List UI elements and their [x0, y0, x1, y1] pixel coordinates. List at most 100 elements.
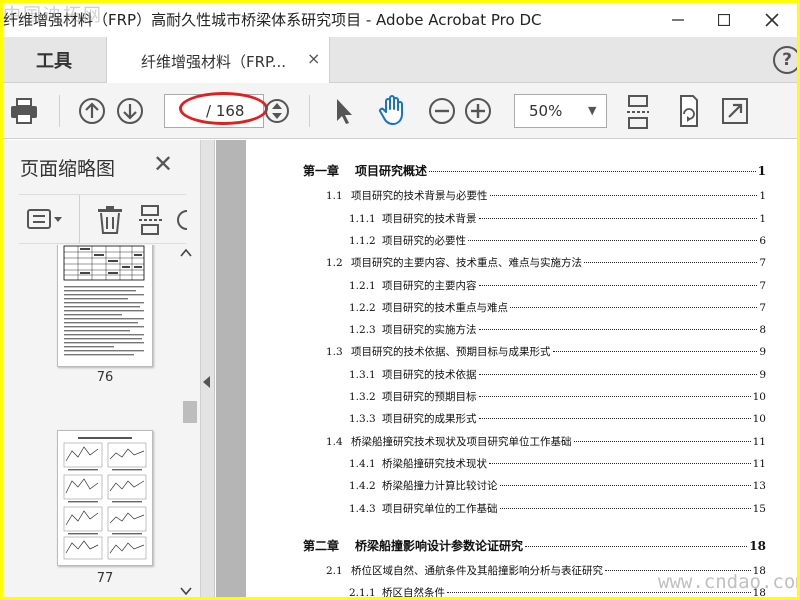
toc-entry[interactable]: 1.3.3 项目研究的成果形式 10: [349, 411, 766, 426]
tab-close-icon[interactable]: ×: [307, 49, 320, 68]
toc-page-number: 7: [759, 257, 766, 270]
rotate-icon[interactable]: [673, 93, 703, 129]
toc-title: 项目研究的技术依据: [382, 368, 477, 381]
toc-entry[interactable]: 1.4.2 桥梁船撞力计算比较讨论 13: [349, 478, 766, 493]
options-menu-icon[interactable]: [27, 207, 63, 233]
document-page: 第一章 项目研究概述 1 1.1 项目研究的技术背景与必要性 1 1.1.1 项目研究的技术背…: [246, 140, 797, 597]
rotate-page-icon[interactable]: [175, 205, 187, 235]
toc-number: 1.4.3: [349, 502, 376, 515]
toc-leader: [478, 329, 758, 331]
toc-leader: [525, 545, 748, 547]
toc-entry[interactable]: 第二章 桥梁船撞影响设计参数论证研究 18: [303, 537, 766, 554]
maximize-button[interactable]: [701, 3, 747, 37]
toc-page-number: 7: [759, 279, 766, 292]
toc-entry[interactable]: 1.4 桥梁船撞研究技术现状及项目研究单位工作基础 11: [326, 434, 766, 449]
toc-entry[interactable]: 1.1.2 项目研究的必要性 6: [349, 233, 766, 248]
tab-tools[interactable]: 工具: [3, 37, 105, 83]
hand-icon[interactable]: [375, 93, 409, 127]
minimize-button[interactable]: [655, 3, 701, 37]
scroll-mode-icon[interactable]: [623, 93, 653, 131]
toc-number: 1.1.2: [349, 234, 376, 247]
toc-number: 1.1: [326, 190, 343, 203]
trash-icon[interactable]: [97, 205, 123, 235]
toc-number: 1.3.3: [349, 413, 376, 426]
toc-entry[interactable]: 1.2 项目研究的主要内容、技术重点、难点与实施方法 7: [326, 255, 766, 270]
toc-page-number: 8: [759, 324, 766, 337]
toc-entry[interactable]: 1.2.1 项目研究的主要内容 7: [349, 278, 766, 293]
toc-page-number: 1: [759, 212, 766, 225]
toc-number: 1.1.1: [349, 212, 376, 225]
toc-title: 项目研究的成果形式: [382, 413, 477, 426]
toc-entry[interactable]: 1.4.3 项目研究单位的工作基础 15: [349, 501, 766, 516]
document-view[interactable]: 第一章 项目研究概述 1 1.1 项目研究的技术背景与必要性 1 1.1.1 项目研究的技术背…: [216, 140, 797, 597]
watermark-bottom-right: www.cndao.com: [658, 571, 797, 593]
toc-leader: [478, 217, 758, 219]
page-thumbnail[interactable]: [57, 430, 153, 566]
toc-number: 2.1: [326, 565, 343, 578]
toc-entry[interactable]: 1.1.1 项目研究的技术背景 1: [349, 211, 766, 226]
toc-page-number: 9: [759, 346, 766, 359]
collapse-panel-icon[interactable]: [203, 376, 211, 391]
toc-number: 1.2.1: [349, 279, 376, 292]
highlight-ellipse: [179, 92, 268, 125]
toc-entry[interactable]: 1.4.1 桥梁船撞研究技术现状 11: [349, 456, 766, 471]
close-window-button[interactable]: [749, 3, 795, 37]
zoom-out-icon[interactable]: [427, 96, 457, 126]
zoom-in-icon[interactable]: [463, 96, 493, 126]
toc-number: 1.3.2: [349, 391, 376, 403]
toolbar-divider: [59, 95, 60, 127]
scroll-up-icon[interactable]: [180, 247, 192, 261]
toc-leader: [478, 418, 751, 420]
toc-leader: [468, 239, 758, 241]
panel-splitter[interactable]: [201, 140, 215, 597]
toc-number: 第二章: [303, 538, 340, 553]
toc-page-number: 11: [752, 457, 766, 470]
thumbnail-page-number: 76: [96, 370, 114, 385]
panel-title: 页面缩略图: [20, 158, 116, 180]
toc-leader: [478, 373, 758, 375]
panel-tools-divider: [79, 195, 80, 243]
watermark-top-left: 中国迪拓网: [3, 5, 103, 26]
page-down-icon[interactable]: [115, 96, 145, 126]
toc-title: 项目研究的主要内容、技术重点、难点与实施方法: [351, 257, 582, 270]
select-arrow-icon[interactable]: [331, 95, 357, 127]
fit-icon[interactable]: [263, 97, 291, 125]
tab-document[interactable]: 纤维增强材料（FRP... ×: [106, 37, 330, 83]
toc-title: 桥梁船撞研究技术现状: [382, 457, 487, 470]
page-up-icon[interactable]: [77, 96, 107, 126]
toc-entry[interactable]: 1.2.3 项目研究的实施方法 8: [349, 322, 766, 337]
scroll-down-icon[interactable]: [180, 581, 192, 597]
print-icon[interactable]: [7, 95, 41, 127]
page-thumbnail[interactable]: [57, 245, 153, 367]
toc-entry[interactable]: 1.1 项目研究的技术背景与必要性 1: [326, 188, 766, 203]
toc-leader: [552, 351, 758, 353]
help-icon[interactable]: ?: [773, 46, 797, 74]
close-panel-icon[interactable]: ✕: [153, 150, 173, 178]
extract-pages-icon[interactable]: [138, 205, 164, 235]
toc-page-number: 15: [752, 502, 766, 515]
zoom-dropdown[interactable]: 50% ▼: [514, 94, 607, 128]
toc-entry[interactable]: 1.3.1 项目研究的技术依据 9: [349, 367, 766, 382]
toc-entry[interactable]: 第一章 项目研究概述 1: [303, 162, 766, 179]
toolbar-divider: [309, 95, 310, 127]
thumbnail-page-number: 77: [96, 571, 114, 586]
toc-entry[interactable]: 1.2.2 项目研究的技术重点与难点 7: [349, 300, 766, 315]
toc-title: 桥梁船撞力计算比较讨论: [382, 480, 498, 493]
toc-number: 1.4.2: [349, 480, 376, 493]
toc-entry[interactable]: 1.3 项目研究的技术依据、预期目标与成果形式 9: [326, 344, 766, 359]
toc-page-number: 7: [759, 301, 766, 314]
thumbnails-panel: 页面缩略图 ✕ 76 77: [3, 140, 201, 597]
toc-entry[interactable]: 1.3.2 项目研究的预期目标 10: [349, 389, 766, 404]
toc-page-number: 13: [752, 480, 766, 493]
toc-number: 1.4: [326, 435, 343, 448]
fullscreen-icon[interactable]: [719, 95, 751, 127]
thumbnail-scrollbar[interactable]: [179, 245, 197, 597]
toc-page-number: 10: [752, 391, 766, 403]
toc-title: 项目研究单位的工作基础: [382, 502, 498, 515]
scrollbar-thumb[interactable]: [183, 401, 197, 423]
toc-number: 1.3.1: [349, 368, 376, 381]
toc-number: 1.2.3: [349, 324, 376, 337]
panel-toolbar: [19, 194, 187, 244]
toc-title: 项目研究的实施方法: [382, 324, 477, 337]
toc-number: 1.3: [326, 346, 343, 359]
